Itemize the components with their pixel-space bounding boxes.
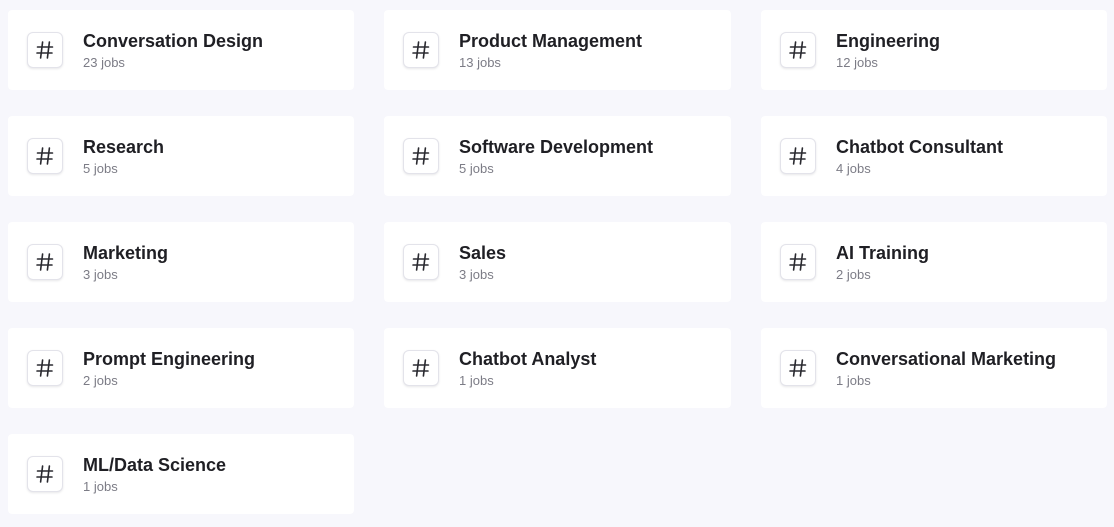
category-card[interactable]: Conversation Design 23 jobs: [8, 10, 354, 90]
hash-icon: [27, 32, 63, 68]
hash-icon: [27, 244, 63, 280]
job-count: 13 jobs: [459, 54, 501, 70]
category-card[interactable]: Research 5 jobs: [8, 116, 354, 196]
category-card[interactable]: Chatbot Consultant 4 jobs: [761, 116, 1107, 196]
category-card[interactable]: Engineering 12 jobs: [761, 10, 1107, 90]
hash-icon: [403, 138, 439, 174]
hash-icon: [403, 32, 439, 68]
job-count: 1 jobs: [83, 478, 118, 494]
hash-icon: [27, 138, 63, 174]
category-grid: Conversation Design 23 jobs Product Mana…: [8, 10, 1107, 514]
category-title: Product Management: [459, 30, 643, 51]
category-card[interactable]: Sales 3 jobs: [384, 222, 731, 302]
job-count: 5 jobs: [459, 160, 494, 176]
category-card[interactable]: ML/Data Science 1 jobs: [8, 434, 354, 514]
category-title: Chatbot Analyst: [459, 348, 597, 369]
category-card[interactable]: Software Development 5 jobs: [384, 116, 731, 196]
category-title: Prompt Engineering: [83, 348, 256, 369]
job-count: 12 jobs: [836, 54, 878, 70]
job-count: 5 jobs: [83, 160, 118, 176]
job-count: 3 jobs: [83, 266, 118, 282]
category-card[interactable]: Product Management 13 jobs: [384, 10, 731, 90]
job-count: 1 jobs: [459, 372, 494, 388]
category-card[interactable]: AI Training 2 jobs: [761, 222, 1107, 302]
category-card[interactable]: Conversational Marketing 1 jobs: [761, 328, 1107, 408]
category-title: Research: [83, 136, 165, 157]
category-title: Conversational Marketing: [836, 348, 1057, 369]
hash-icon: [780, 244, 816, 280]
job-count: 2 jobs: [83, 372, 118, 388]
hash-icon: [27, 350, 63, 386]
category-title: Sales: [459, 242, 507, 263]
category-card[interactable]: Prompt Engineering 2 jobs: [8, 328, 354, 408]
category-card[interactable]: Marketing 3 jobs: [8, 222, 354, 302]
category-card[interactable]: Chatbot Analyst 1 jobs: [384, 328, 731, 408]
hash-icon: [780, 32, 816, 68]
hash-icon: [27, 456, 63, 492]
category-title: ML/Data Science: [83, 454, 227, 475]
hash-icon: [403, 244, 439, 280]
job-count: 3 jobs: [459, 266, 494, 282]
hash-icon: [780, 138, 816, 174]
job-count: 1 jobs: [836, 372, 871, 388]
job-count: 23 jobs: [83, 54, 125, 70]
job-count: 2 jobs: [836, 266, 871, 282]
job-count: 4 jobs: [836, 160, 871, 176]
hash-icon: [403, 350, 439, 386]
category-title: Software Development: [459, 136, 654, 157]
hash-icon: [780, 350, 816, 386]
category-title: Chatbot Consultant: [836, 136, 1003, 157]
category-title: Engineering: [836, 30, 941, 51]
category-title: AI Training: [836, 242, 930, 263]
category-title: Conversation Design: [83, 30, 264, 51]
category-title: Marketing: [83, 242, 169, 263]
